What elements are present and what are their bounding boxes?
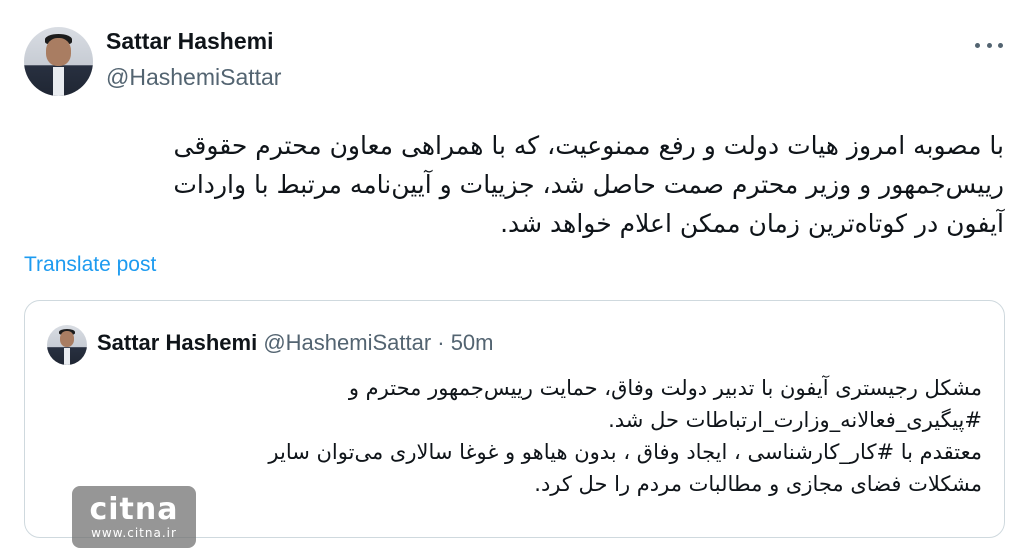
watermark-logo: citna [89,492,179,527]
avatar-shirt [63,348,71,365]
citna-watermark: citna www.citna.ir [72,486,196,548]
dot [986,42,992,48]
quote-text: مشکل رجیستری آیفون با تدبیر دولت وفاق، ح… [268,376,982,496]
author-handle[interactable]: @HashemiSattar [106,64,281,91]
dot [975,42,980,48]
avatar-face [59,331,75,348]
post-text: با مصوبه امروز هیات دولت و رفع ممنوعیت، … [173,131,1004,238]
avatar-shirt [52,67,64,96]
more-options-icon[interactable] [975,40,1003,50]
quote-author-avatar[interactable] [47,325,87,365]
avatar-face [46,38,71,66]
author-name[interactable]: Sattar Hashemi [106,28,273,55]
dot [998,42,1003,48]
author-avatar[interactable] [24,27,93,96]
translate-post-link[interactable]: Translate post [24,253,156,277]
watermark-url: www.citna.ir [91,526,177,540]
quote-header: Sattar Hashemi @HashemiSattar · 50m [97,330,494,356]
quote-author-meta[interactable]: @HashemiSattar · 50m [263,330,493,355]
quote-author-name[interactable]: Sattar Hashemi [97,330,257,355]
